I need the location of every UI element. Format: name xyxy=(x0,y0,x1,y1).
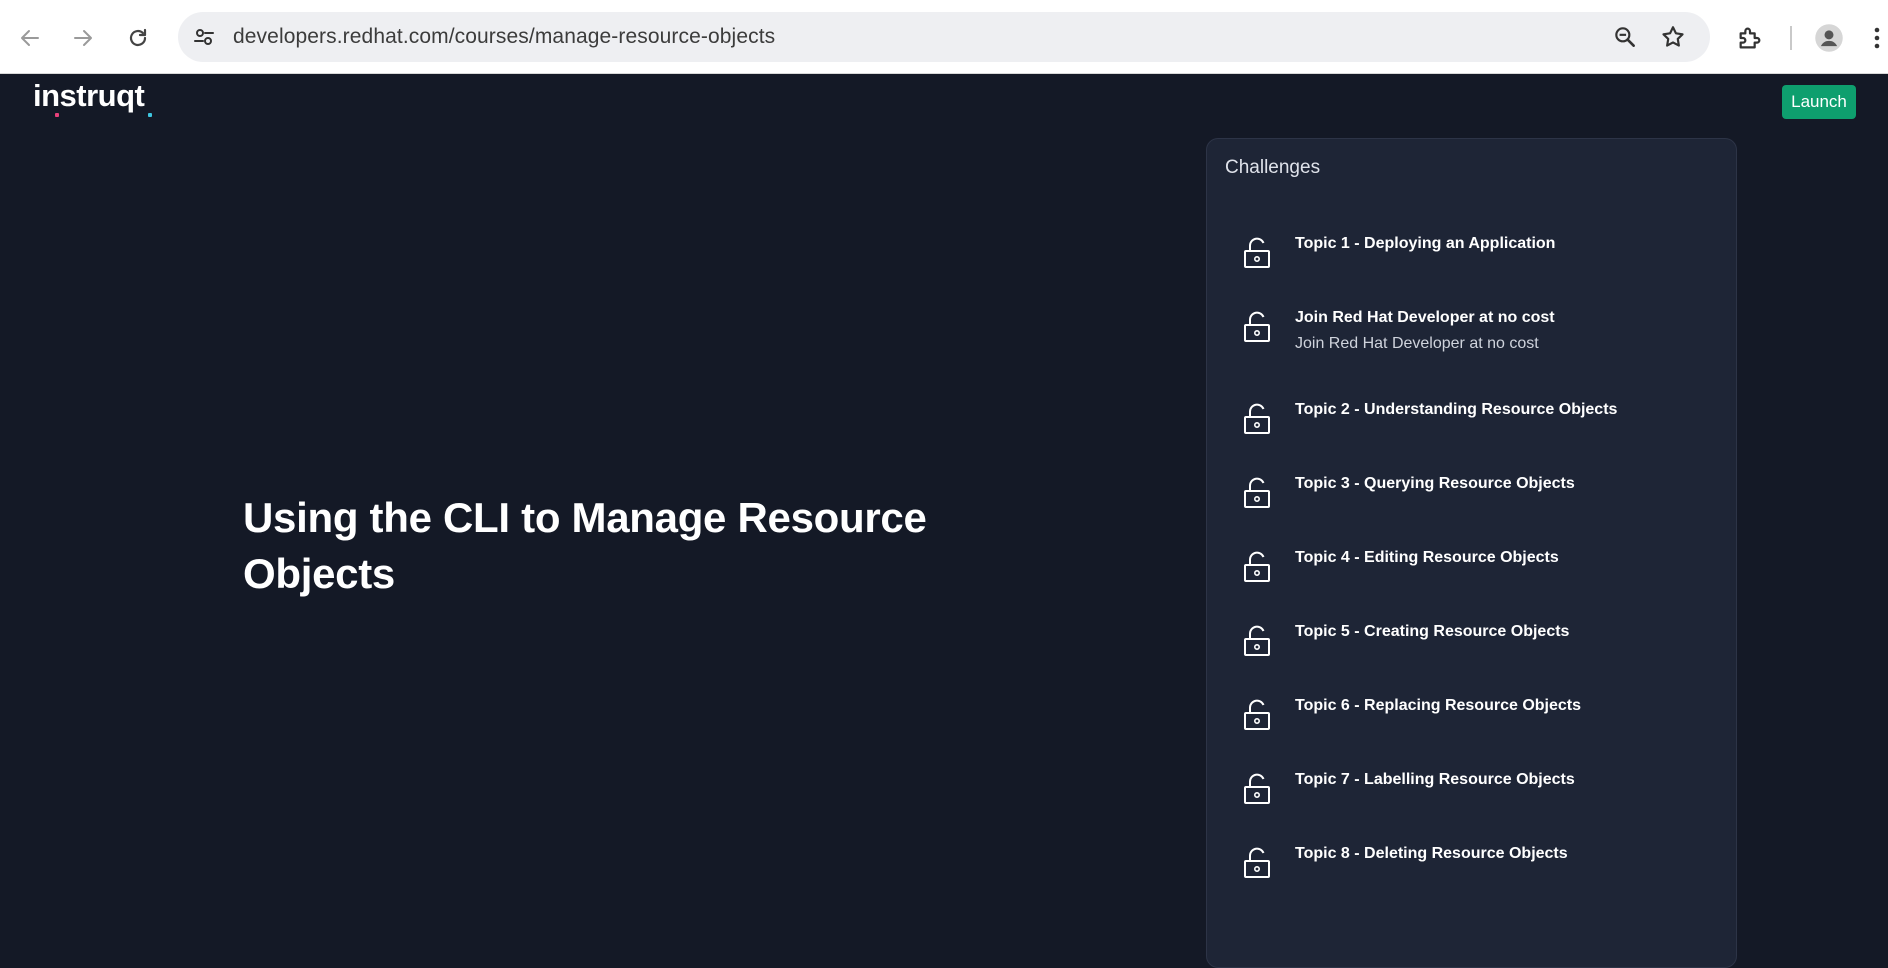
logo-accent-cyan xyxy=(148,113,152,117)
challenges-panel: Challenges Topic 1 - Deploying an Applic… xyxy=(1206,138,1737,968)
arrow-right-icon xyxy=(74,30,92,46)
lock-open-icon xyxy=(1244,699,1270,730)
instruqt-logo[interactable]: instruqt xyxy=(33,78,163,120)
lock-open-icon xyxy=(1244,403,1270,434)
url-text[interactable]: developers.redhat.com/courses/manage-res… xyxy=(233,12,775,62)
challenge-item[interactable]: Topic 7 - Labelling Resource Objects xyxy=(1243,771,1713,831)
zoom-button[interactable] xyxy=(1605,17,1645,57)
challenges-heading: Challenges xyxy=(1225,157,1321,178)
challenge-item[interactable]: Join Red Hat Developer at no cost Join R… xyxy=(1243,309,1713,369)
puzzle-icon xyxy=(1739,27,1761,49)
challenge-title: Topic 5 - Creating Resource Objects xyxy=(1295,623,1570,640)
reload-button[interactable] xyxy=(118,18,158,58)
challenge-title: Topic 7 - Labelling Resource Objects xyxy=(1295,771,1575,788)
challenge-title: Topic 2 - Understanding Resource Objects xyxy=(1295,401,1618,418)
kebab-menu-icon xyxy=(1874,27,1880,49)
zoom-icon xyxy=(1615,27,1635,47)
logo-text: instruqt xyxy=(33,78,145,113)
lock-open-icon xyxy=(1244,847,1270,878)
address-bar[interactable]: developers.redhat.com/courses/manage-res… xyxy=(178,12,1710,62)
lock-open-icon xyxy=(1244,551,1270,582)
site-settings-button[interactable] xyxy=(184,17,224,57)
lock-open-icon xyxy=(1244,311,1270,342)
profile-button[interactable] xyxy=(1809,18,1849,58)
launch-button[interactable]: Launch xyxy=(1782,85,1856,119)
extensions-button[interactable] xyxy=(1730,18,1770,58)
lock-open-icon xyxy=(1244,477,1270,508)
challenge-title: Topic 3 - Querying Resource Objects xyxy=(1295,475,1575,492)
challenge-item[interactable]: Topic 3 - Querying Resource Objects xyxy=(1243,475,1713,535)
menu-button[interactable] xyxy=(1862,18,1888,58)
tune-icon xyxy=(194,29,214,45)
challenge-item[interactable]: Topic 2 - Understanding Resource Objects xyxy=(1243,401,1713,461)
challenge-title: Topic 4 - Editing Resource Objects xyxy=(1295,549,1559,566)
challenge-title: Topic 8 - Deleting Resource Objects xyxy=(1295,845,1568,862)
forward-button[interactable] xyxy=(63,18,103,58)
toolbar-separator xyxy=(1790,26,1792,50)
challenge-item[interactable]: Topic 5 - Creating Resource Objects xyxy=(1243,623,1713,683)
challenge-subtitle: Join Red Hat Developer at no cost xyxy=(1295,335,1539,352)
avatar-icon xyxy=(1815,24,1843,52)
back-button[interactable] xyxy=(10,18,50,58)
challenge-item[interactable]: Topic 1 - Deploying an Application xyxy=(1243,235,1713,295)
lock-open-icon xyxy=(1244,237,1270,268)
lock-open-icon xyxy=(1244,625,1270,656)
challenge-title: Join Red Hat Developer at no cost xyxy=(1295,309,1555,326)
logo-accent-pink xyxy=(55,113,59,117)
challenge-title: Topic 6 - Replacing Resource Objects xyxy=(1295,697,1581,714)
reload-icon xyxy=(129,28,147,47)
bookmark-button[interactable] xyxy=(1653,17,1693,57)
star-icon xyxy=(1662,26,1684,47)
challenge-title: Topic 1 - Deploying an Application xyxy=(1295,235,1556,252)
lock-open-icon xyxy=(1244,773,1270,804)
arrow-left-icon xyxy=(21,30,39,46)
challenge-item[interactable]: Topic 6 - Replacing Resource Objects xyxy=(1243,697,1713,757)
browser-toolbar: developers.redhat.com/courses/manage-res… xyxy=(0,0,1888,74)
course-page: instruqt Launch Using the CLI to Manage … xyxy=(0,74,1888,968)
challenge-item[interactable]: Topic 4 - Editing Resource Objects xyxy=(1243,549,1713,609)
challenge-item[interactable]: Topic 8 - Deleting Resource Objects xyxy=(1243,845,1713,905)
course-title: Using the CLI to Manage Resource Objects xyxy=(243,494,927,597)
